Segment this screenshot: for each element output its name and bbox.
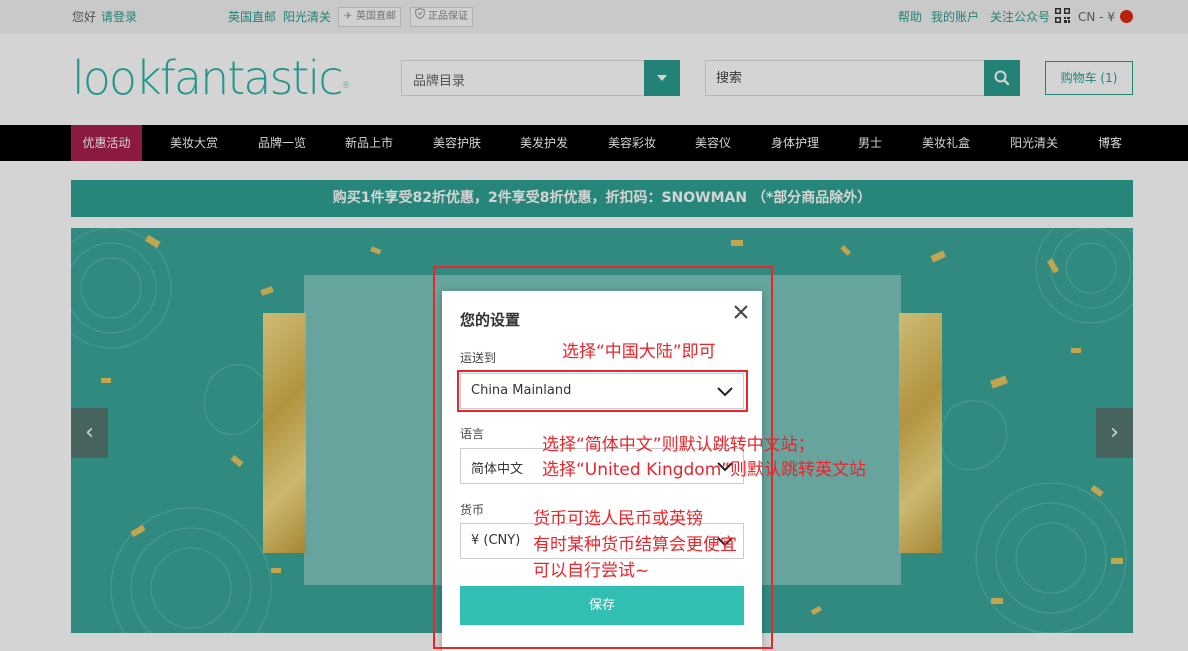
annotation-language-note-2: 选择“United Kingdom”则默认跳转英文站 — [542, 460, 867, 480]
annotation-language-note-1: 选择“简体中文”则默认跳转中文站； — [542, 435, 815, 455]
annotation-currency-note-1: 货币可选人民币或英镑 — [533, 509, 703, 529]
annotation-currency-note-2: 有时某种货币结算会更便宜 — [533, 535, 737, 555]
annotation-ship-note: 选择“中国大陆”即可 — [562, 342, 716, 362]
annotation-currency-note-3: 可以自行尝试~ — [533, 561, 650, 581]
annotation-frame-ship-to — [457, 370, 748, 412]
